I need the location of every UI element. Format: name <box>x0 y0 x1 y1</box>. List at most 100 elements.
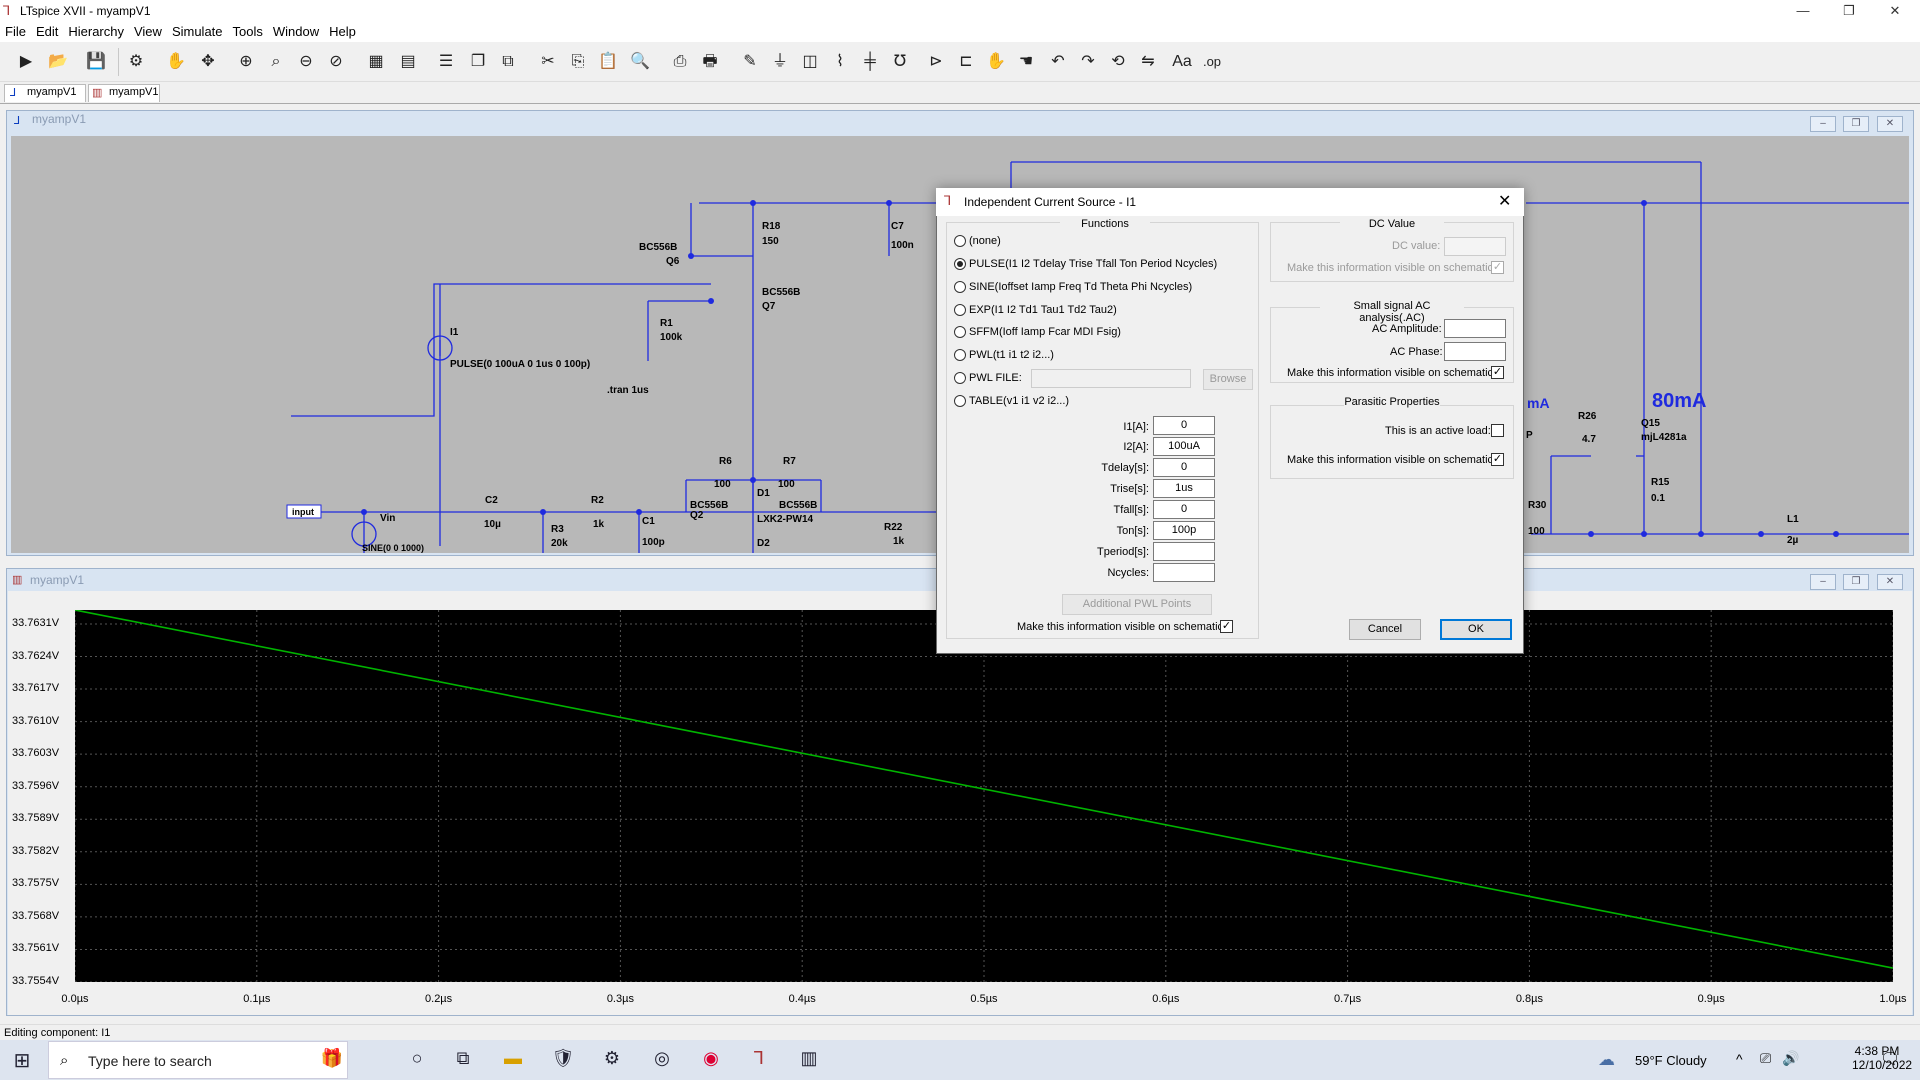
minimize-button[interactable]: — <box>1780 0 1826 24</box>
find-icon[interactable]: 🔍 <box>628 50 652 74</box>
zoom-cancel-icon[interactable]: ⊘ <box>324 50 348 74</box>
weather-text[interactable]: 59°F Cloudy <box>1635 1053 1707 1068</box>
ltspice-waveform-taskbar-icon[interactable]: ▥ <box>795 1048 823 1072</box>
ac-amplitude-field[interactable] <box>1444 319 1506 338</box>
gift-icon[interactable]: 🎁 <box>318 1048 346 1072</box>
task-view-icon[interactable]: ⧉ <box>449 1048 477 1072</box>
file-explorer-icon[interactable]: ▬ <box>499 1048 527 1072</box>
save-icon[interactable]: 💾 <box>84 50 108 74</box>
restore-button[interactable]: ❐ <box>1826 0 1872 24</box>
draw-wire-icon[interactable]: ✎ <box>738 50 762 74</box>
param-i2-field[interactable]: 100uA <box>1153 437 1215 456</box>
tray-chevron-icon[interactable]: ^ <box>1736 1051 1743 1067</box>
tran-directive[interactable]: .tran 1us <box>607 385 649 396</box>
grid-icon[interactable]: ▤ <box>396 50 420 74</box>
menu-edit[interactable]: Edit <box>31 22 63 39</box>
tile-horizontal-icon[interactable]: ☰ <box>434 50 458 74</box>
radio-sine[interactable] <box>954 281 966 293</box>
cancel-button[interactable]: Cancel <box>1349 619 1421 640</box>
radio-table[interactable] <box>954 395 966 407</box>
undo-icon[interactable]: ↶ <box>1046 50 1070 74</box>
copy-icon[interactable]: ⎘ <box>566 50 590 74</box>
ac-phase-field[interactable] <box>1444 342 1506 361</box>
parasitic-visible-checkbox[interactable]: ✓ <box>1491 453 1504 466</box>
mirror-icon[interactable]: ⇋ <box>1136 50 1160 74</box>
print-setup-icon[interactable]: ⎙ <box>668 50 692 74</box>
dc-value-field[interactable] <box>1444 237 1506 256</box>
menu-file[interactable]: File <box>0 22 31 39</box>
param-i1-field[interactable]: 0 <box>1153 416 1215 435</box>
param-tdelay-field[interactable]: 0 <box>1153 458 1215 477</box>
cortana-icon[interactable]: ○ <box>403 1048 431 1072</box>
menu-view[interactable]: View <box>129 22 167 39</box>
spice-directive-icon[interactable]: .op <box>1200 50 1224 74</box>
print-icon[interactable]: 🖶 <box>698 50 722 74</box>
active-load-checkbox[interactable] <box>1491 424 1504 437</box>
pan-icon[interactable]: ✥ <box>196 50 220 74</box>
paste-icon[interactable]: 📋 <box>596 50 620 74</box>
radio-exp[interactable] <box>954 304 966 316</box>
resistor-icon[interactable]: ⌇ <box>828 50 852 74</box>
radio-none[interactable] <box>954 235 966 247</box>
param-ton-field[interactable]: 100p <box>1153 521 1215 540</box>
pwl-file-field[interactable] <box>1031 369 1191 388</box>
move-icon[interactable]: ✋ <box>984 50 1008 74</box>
halt-icon[interactable]: ✋ <box>164 50 188 74</box>
menu-tools[interactable]: Tools <box>228 22 268 39</box>
capacitor-icon[interactable]: ╪ <box>858 50 882 74</box>
close-window-button[interactable]: ✕ <box>1872 0 1918 24</box>
tile-vertical-icon[interactable]: ⧉ <box>496 50 520 74</box>
radio-pulse[interactable] <box>954 258 966 270</box>
voltage-trace[interactable] <box>74 609 1894 969</box>
menu-simulate[interactable]: Simulate <box>167 22 228 39</box>
brave-icon[interactable]: 🛡 <box>549 1048 577 1072</box>
menu-window[interactable]: Window <box>268 22 324 39</box>
zoom-full-icon[interactable]: ⌕ <box>264 50 288 74</box>
text-icon[interactable]: Aa <box>1170 50 1194 74</box>
zoom-in-icon[interactable]: ⊕ <box>234 50 258 74</box>
schematic-close-button[interactable]: ✕ <box>1877 116 1903 132</box>
autorange-icon[interactable]: ▦ <box>364 50 388 74</box>
radio-sffm[interactable] <box>954 326 966 338</box>
control-panel-icon[interactable]: ⚙ <box>124 50 148 74</box>
plot-area[interactable] <box>74 609 1894 983</box>
schematic-minimize-button[interactable]: – <box>1810 116 1836 132</box>
ltspice-taskbar-icon[interactable]: ⅂ <box>745 1048 773 1072</box>
zoom-out-icon[interactable]: ⊖ <box>294 50 318 74</box>
dc-visible-checkbox[interactable]: ✓ <box>1491 261 1504 274</box>
label-net-icon[interactable]: ◫ <box>798 50 822 74</box>
app-icon[interactable]: ◎ <box>648 1048 676 1072</box>
waveform-restore-button[interactable]: ❐ <box>1843 574 1869 590</box>
dialog-close-button[interactable]: ✕ <box>1498 191 1511 211</box>
param-ncycles-field[interactable] <box>1153 563 1215 582</box>
menu-help[interactable]: Help <box>324 22 361 39</box>
ground-icon[interactable]: ⏚ <box>768 50 792 74</box>
component-icon[interactable]: ⊏ <box>954 50 978 74</box>
functions-visible-checkbox[interactable]: ✓ <box>1220 620 1233 633</box>
menu-hierarchy[interactable]: Hierarchy <box>63 22 129 39</box>
redo-icon[interactable]: ↷ <box>1076 50 1100 74</box>
start-button[interactable]: ⊞ <box>8 1048 36 1072</box>
radio-pwl-file[interactable] <box>954 372 966 384</box>
cut-icon[interactable]: ✂ <box>536 50 560 74</box>
param-trise-field[interactable]: 1us <box>1153 479 1215 498</box>
schematic-restore-button[interactable]: ❐ <box>1843 116 1869 132</box>
network-icon[interactable]: ⎚ <box>1760 1050 1771 1067</box>
waveform-close-button[interactable]: ✕ <box>1877 574 1903 590</box>
drag-icon[interactable]: ☚ <box>1014 50 1038 74</box>
run-icon[interactable]: ▶ <box>14 50 38 74</box>
rotate-icon[interactable]: ⟲ <box>1106 50 1130 74</box>
cascade-icon[interactable]: ❐ <box>466 50 490 74</box>
ok-button[interactable]: OK <box>1440 619 1512 640</box>
chrome-icon[interactable]: ◉ <box>697 1048 725 1072</box>
diode-icon[interactable]: ⊳ <box>924 50 948 74</box>
param-tperiod-field[interactable] <box>1153 542 1215 561</box>
volume-icon[interactable]: 🔊 <box>1782 1050 1799 1067</box>
settings-icon[interactable]: ⚙ <box>598 1048 626 1072</box>
waveform-minimize-button[interactable]: – <box>1810 574 1836 590</box>
tab-schematic[interactable]: myampV1 <box>4 84 86 102</box>
param-tfall-field[interactable]: 0 <box>1153 500 1215 519</box>
open-icon[interactable]: 📂 <box>46 50 70 74</box>
ac-visible-checkbox[interactable]: ✓ <box>1491 366 1504 379</box>
inductor-icon[interactable]: ℧ <box>888 50 912 74</box>
